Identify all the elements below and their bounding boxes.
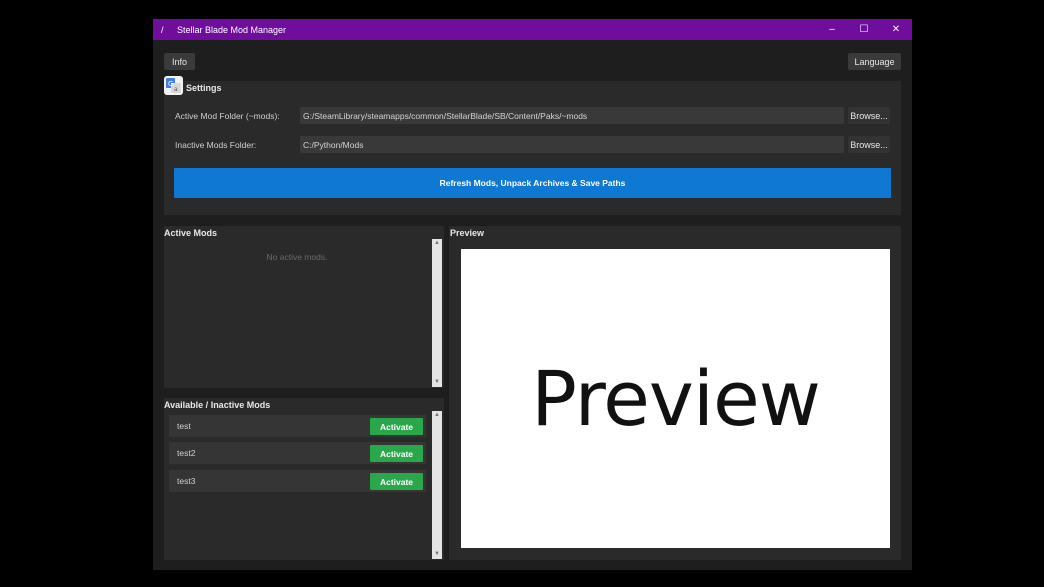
empty-active-mods-text: No active mods. (266, 252, 328, 262)
preview-placeholder-text: Preview (531, 354, 821, 443)
mod-name: test (177, 421, 191, 431)
active-mods-scrollbar[interactable]: ▲ ▼ (432, 239, 442, 387)
scroll-down-icon[interactable]: ▼ (432, 378, 442, 387)
close-button[interactable]: ✕ (880, 19, 912, 40)
scroll-up-icon[interactable]: ▲ (432, 239, 442, 248)
inactive-mods-scrollbar[interactable]: ▲ ▼ (432, 411, 442, 559)
settings-title: Settings (186, 83, 222, 93)
inactive-folder-label: Inactive Mods Folder: (175, 140, 257, 150)
activate-button[interactable]: Activate (370, 473, 423, 490)
mod-name: test2 (177, 448, 196, 458)
window-title: Stellar Blade Mod Manager (177, 24, 287, 35)
activate-button[interactable]: Activate (370, 418, 423, 435)
scroll-up-icon[interactable]: ▲ (432, 411, 442, 420)
active-browse-button[interactable]: Browse... (848, 107, 890, 124)
svg-text:G: G (168, 80, 173, 88)
maximize-button[interactable]: ☐ (848, 19, 880, 40)
preview-image: Preview (461, 249, 890, 548)
active-folder-input[interactable]: G:/SteamLibrary/steamapps/common/Stellar… (300, 107, 844, 124)
inactive-folder-input[interactable]: C:/Python/Mods (300, 136, 844, 153)
mod-name: test3 (177, 476, 196, 486)
list-item: test Activate (169, 415, 426, 437)
list-item: test2 Activate (169, 442, 426, 464)
active-mods-panel: Active Mods No active mods. ▲ ▼ (164, 226, 444, 388)
info-button[interactable]: Info (164, 53, 195, 70)
preview-title: Preview (450, 228, 485, 238)
list-item: test3 Activate (169, 470, 426, 492)
scroll-down-icon[interactable]: ▼ (432, 550, 442, 559)
inactive-mods-panel: Available / Inactive Mods test Activate … (164, 398, 444, 560)
inactive-mods-title: Available / Inactive Mods (164, 400, 271, 410)
minimize-button[interactable]: – (816, 19, 848, 40)
inactive-browse-button[interactable]: Browse... (848, 136, 890, 153)
app-icon: / (161, 24, 164, 35)
translate-icon: G a (164, 76, 183, 95)
active-folder-label: Active Mod Folder (~mods): (175, 111, 280, 121)
app-window: / Stellar Blade Mod Manager – ☐ ✕ Info L… (153, 19, 912, 570)
window-controls: – ☐ ✕ (816, 19, 912, 40)
language-button[interactable]: Language (848, 53, 901, 70)
active-mods-title: Active Mods (164, 228, 218, 238)
refresh-mods-button[interactable]: Refresh Mods, Unpack Archives & Save Pat… (174, 168, 891, 198)
title-bar[interactable]: / Stellar Blade Mod Manager – ☐ ✕ (153, 19, 912, 40)
activate-button[interactable]: Activate (370, 445, 423, 462)
svg-text:a: a (174, 86, 178, 93)
